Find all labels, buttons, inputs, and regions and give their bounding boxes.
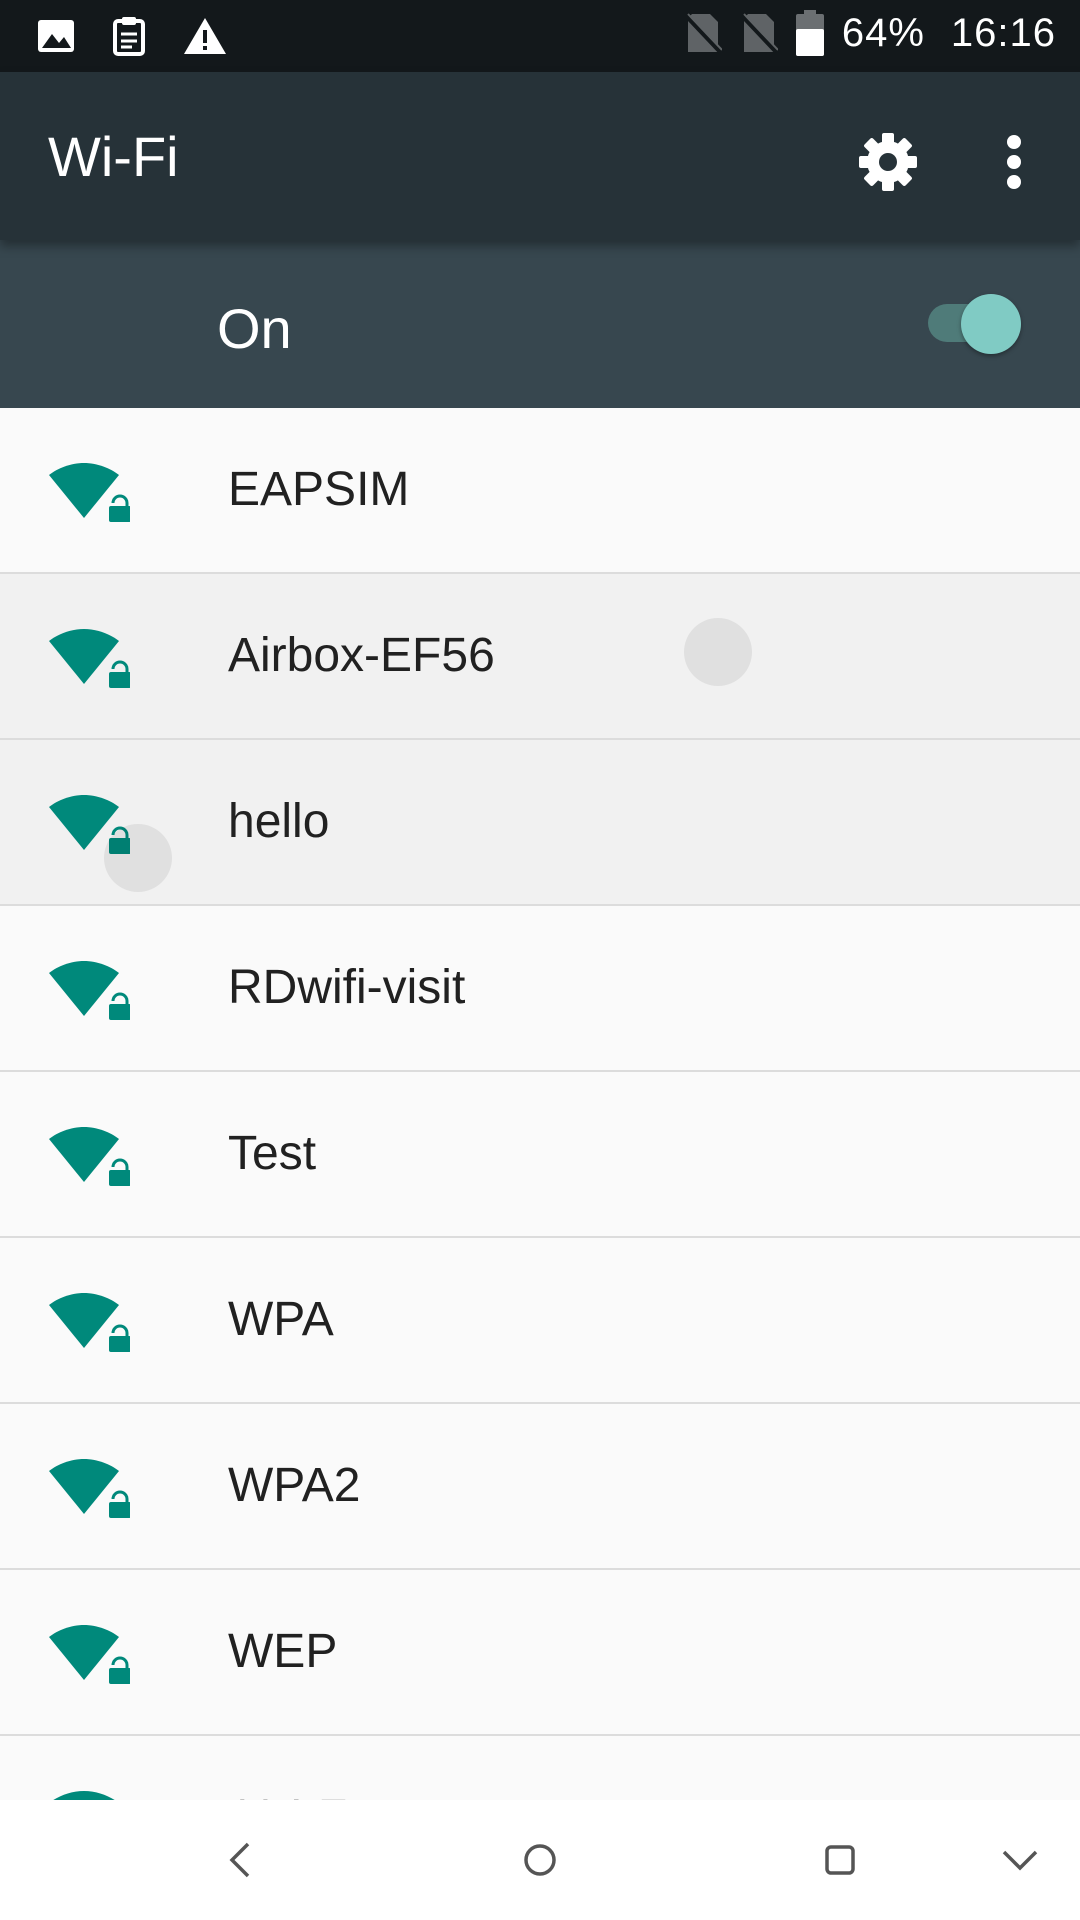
app-bar: Wi-Fi (0, 72, 1080, 240)
list-item[interactable]: Test (0, 1072, 1080, 1238)
collapse-icon[interactable] (988, 1828, 1052, 1892)
list-item[interactable]: WPA (0, 1238, 1080, 1404)
wifi-lock-icon (46, 1784, 130, 1800)
network-name: WPA (228, 1293, 334, 1346)
no-sim-icon (740, 12, 778, 54)
page-title: Wi-Fi (48, 125, 179, 188)
log-clipboard-icon (112, 16, 146, 56)
wifi-lock-icon (46, 1120, 131, 1196)
network-name: Airbox-EF56 (228, 629, 495, 682)
image-icon (36, 16, 76, 56)
clock: 16:16 (950, 10, 1056, 55)
wifi-lock-icon (46, 622, 131, 698)
wifi-lock-icon (46, 1286, 131, 1362)
list-item[interactable]: Airbox-EF56 (0, 574, 1080, 740)
list-item[interactable]: EAPSIM (0, 408, 1080, 574)
wifi-state-label: On (217, 297, 292, 360)
list-item[interactable]: hello (0, 740, 1080, 906)
list-item[interactable]: 114 Free (0, 1736, 1080, 1800)
battery-icon (795, 10, 824, 56)
list-item[interactable]: WEP (0, 1570, 1080, 1736)
network-list: EAPSIM Airbox-EF56 hello RDwifi-visit Te… (0, 408, 1080, 1800)
wifi-lock-icon (46, 954, 131, 1030)
network-name: WPA2 (228, 1459, 361, 1512)
list-item[interactable]: WPA2 (0, 1404, 1080, 1570)
network-name: WEP (228, 1625, 338, 1678)
network-name: Test (228, 1127, 317, 1180)
network-name: 114 Free (228, 1790, 417, 1800)
wifi-toggle[interactable] (961, 294, 1021, 354)
home-icon[interactable] (508, 1828, 572, 1892)
wifi-master-switch-bar[interactable]: On (0, 240, 1080, 408)
network-name: hello (228, 795, 330, 848)
back-icon[interactable] (208, 1828, 272, 1892)
status-bar: 64% 16:16 (0, 0, 1080, 72)
list-item[interactable]: RDwifi-visit (0, 906, 1080, 1072)
no-sim-icon (684, 12, 722, 54)
navigation-bar (0, 1800, 1080, 1920)
recents-icon[interactable] (808, 1828, 872, 1892)
more-vert-icon[interactable] (974, 122, 1054, 202)
battery-percent: 64% (841, 10, 925, 55)
network-name: RDwifi-visit (228, 961, 466, 1014)
touch-ripple (684, 618, 752, 686)
wifi-lock-icon (46, 456, 131, 532)
gear-icon[interactable] (848, 122, 928, 202)
warning-icon (182, 16, 228, 56)
touch-ripple (104, 824, 172, 892)
wifi-lock-icon (46, 1452, 131, 1528)
wifi-lock-icon (46, 1618, 131, 1694)
network-name: EAPSIM (228, 463, 410, 516)
